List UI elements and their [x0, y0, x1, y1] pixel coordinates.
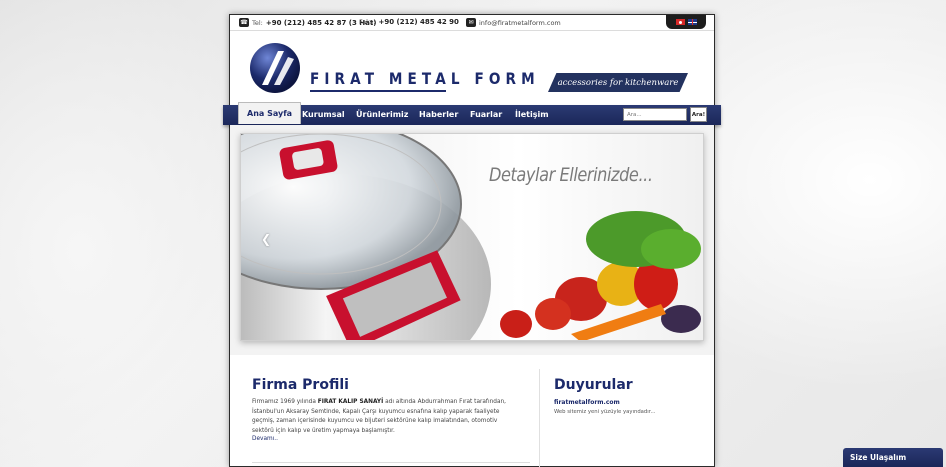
email-info[interactable]: ✉ info@firatmetalform.com [466, 18, 561, 27]
main-navigation: Ana Sayfa Kurumsal Ürünlerimiz Haberler … [223, 102, 721, 125]
slide-headline: Detaylar Ellerinizde... [489, 164, 653, 186]
profile-read-more-link[interactable]: Devamı.. [252, 436, 278, 442]
turkish-flag-icon[interactable] [675, 19, 685, 25]
section-divider [252, 462, 530, 463]
fax-info: Faks: +90 (212) 485 42 90 [359, 18, 459, 26]
profile-title: Firma Profili [252, 377, 349, 393]
news-item-body: Web sitemiz yeni yüzüyle yayındadır... [554, 409, 656, 415]
nav-ana-sayfa[interactable]: Ana Sayfa [238, 102, 302, 124]
top-info-bar: ☎ Tel: +90 (212) 485 42 87 (3 Hat) Faks:… [230, 15, 714, 31]
email-link[interactable]: info@firatmetalform.com [479, 19, 561, 27]
logo-underline [310, 90, 446, 92]
profile-company-name: FIRAT KALIP SANAYİ [317, 399, 384, 405]
news-item-headline[interactable]: firatmetalform.com [554, 399, 620, 406]
nav-kurumsal[interactable]: Kurumsal [302, 105, 345, 125]
language-switcher [666, 15, 706, 29]
english-flag-icon[interactable] [687, 19, 697, 25]
phone-icon: ☎ [239, 18, 249, 27]
hero-slide[interactable]: Detaylar Ellerinizde... ❮ [240, 133, 704, 341]
nav-iletisim[interactable]: İletişim [515, 105, 549, 125]
site-container: ☎ Tel: +90 (212) 485 42 87 (3 Hat) Faks:… [223, 14, 721, 467]
phone-label: Tel: [252, 18, 263, 27]
nav-urunlerimiz[interactable]: Ürünlerimiz [356, 105, 408, 125]
mail-icon: ✉ [466, 18, 476, 27]
contact-us-tab[interactable]: Size Ulaşalım [843, 448, 943, 467]
news-title: Duyurular [554, 377, 633, 393]
column-divider [539, 369, 540, 467]
nav-fuarlar[interactable]: Fuarlar [470, 105, 502, 125]
nav-haberler[interactable]: Haberler [419, 105, 458, 125]
tagline-banner: accessories for kitchenware [548, 73, 688, 92]
logo-text: FIRAT METAL FORM [310, 69, 540, 88]
hero-slider: Detaylar Ellerinizde... ❮ [230, 125, 714, 355]
phone-info: ☎ Tel: +90 (212) 485 42 87 (3 Hat) [239, 18, 376, 27]
fax-label: Faks: [359, 18, 376, 26]
site-header: FIRAT METAL FORM accessories for kitchen… [230, 31, 714, 104]
profile-text: Firmamız 1969 yılında FIRAT KALIP SANAYİ… [252, 398, 507, 436]
slider-prev-arrow-icon[interactable]: ❮ [261, 232, 271, 246]
company-logo-icon[interactable] [248, 41, 302, 95]
search-input[interactable] [623, 108, 687, 121]
search-button[interactable]: Ara! [690, 107, 707, 122]
profile-text-part: Firmamız 1969 yılında [252, 399, 318, 405]
fax-number: +90 (212) 485 42 90 [378, 18, 459, 26]
